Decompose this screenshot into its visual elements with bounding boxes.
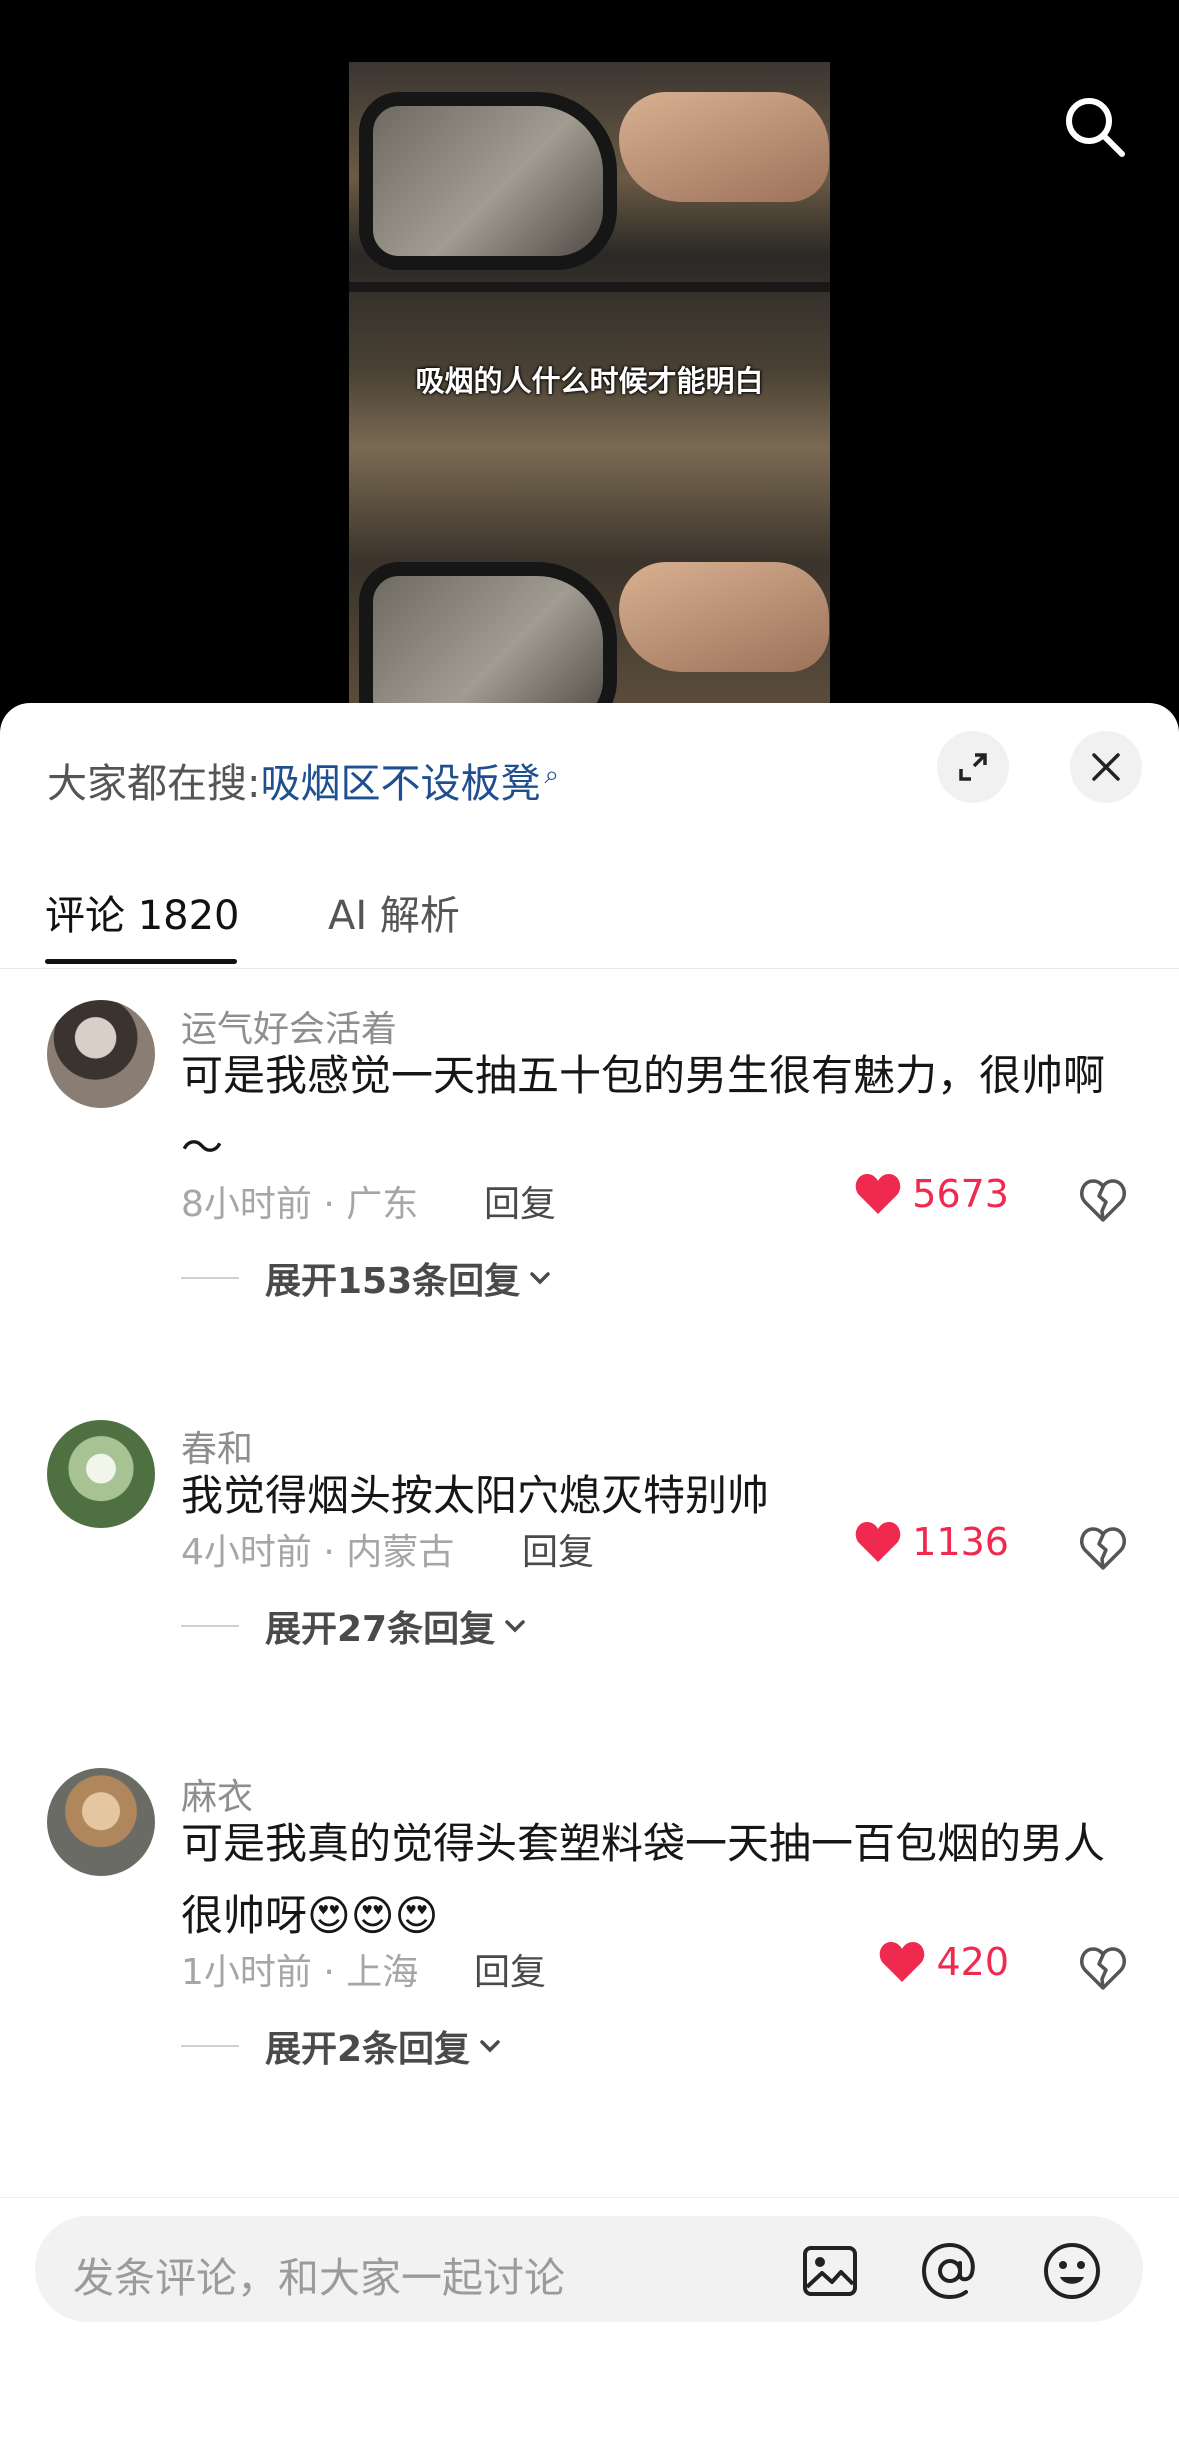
expand-replies-label: 展开2条回复 xyxy=(265,2029,471,2070)
expand-icon xyxy=(959,753,987,781)
chevron-down-icon xyxy=(505,1620,525,1633)
tab-ai-analysis[interactable]: AI 解析 xyxy=(328,883,460,941)
divider xyxy=(181,2045,239,2047)
trending-search: 大家都在搜:吸烟区不设板凳 ⌕ xyxy=(47,751,559,809)
tab-underline xyxy=(45,959,237,964)
tab-comments[interactable]: 评论 1820 xyxy=(45,883,240,941)
hand-shape xyxy=(619,92,829,202)
divider xyxy=(181,1625,239,1627)
like-button[interactable]: 420 xyxy=(878,1940,1009,1984)
avatar[interactable] xyxy=(47,1000,155,1108)
comment-input[interactable]: 发条评论，和大家一起讨论 xyxy=(35,2216,1143,2322)
comment-time-location: 1小时前 · 上海 xyxy=(181,1952,419,1993)
avatar[interactable] xyxy=(47,1768,155,1876)
broken-heart-icon xyxy=(1080,1527,1126,1570)
close-icon xyxy=(1092,753,1120,781)
comment-sheet: 大家都在搜:吸烟区不设板凳 ⌕ 评论 1820 AI 解析 运气好会活着 可是我感… xyxy=(0,703,1179,2441)
chevron-down-icon xyxy=(530,1272,550,1285)
reply-button[interactable]: 回复 xyxy=(474,1943,546,1995)
expand-button[interactable] xyxy=(937,731,1009,803)
search-small-icon: ⌕ xyxy=(544,759,560,790)
heart-filled-icon xyxy=(856,1522,901,1562)
heart-filled-icon xyxy=(856,1174,901,1214)
emoji-button[interactable] xyxy=(1042,2241,1102,2301)
expand-replies-button[interactable]: 展开27条回复 xyxy=(181,1600,529,1652)
divider xyxy=(349,282,830,292)
image-icon xyxy=(803,2246,857,2296)
chevron-down-icon xyxy=(480,2040,500,2053)
like-count: 1136 xyxy=(912,1520,1009,1564)
comment-input-bar: 发条评论，和大家一起讨论 xyxy=(0,2197,1179,2442)
trending-prefix: 大家都在搜: xyxy=(47,761,261,807)
broken-heart-icon xyxy=(1080,1179,1126,1222)
avatar[interactable] xyxy=(47,1420,155,1528)
like-button[interactable]: 1136 xyxy=(854,1520,1009,1564)
video-caption: 吸烟的人什么时候才能明白 xyxy=(415,364,764,398)
expand-replies-label: 展开27条回复 xyxy=(265,1609,496,1650)
comment-text: 可是我真的觉得头套塑料袋一天抽一百包烟的男人很帅呀😍😍😍 xyxy=(181,1819,1106,1940)
like-button[interactable]: 5673 xyxy=(854,1172,1009,1216)
reply-button[interactable]: 回复 xyxy=(484,1175,556,1227)
like-count: 420 xyxy=(936,1940,1009,1984)
search-icon xyxy=(1066,98,1125,157)
reply-button[interactable]: 回复 xyxy=(522,1523,594,1575)
at-sign-icon xyxy=(921,2242,975,2300)
hand-shape xyxy=(619,562,829,672)
image-button[interactable] xyxy=(800,2241,860,2301)
heart-filled-icon xyxy=(880,1942,925,1982)
expand-replies-button[interactable]: 展开2条回复 xyxy=(181,2020,504,2072)
close-button[interactable] xyxy=(1070,731,1142,803)
mention-button[interactable] xyxy=(920,2241,980,2301)
dislike-button[interactable] xyxy=(1078,1175,1128,1225)
dislike-button[interactable] xyxy=(1078,1523,1128,1573)
comment-input-placeholder[interactable]: 发条评论，和大家一起讨论 xyxy=(73,2244,565,2304)
video-frame[interactable]: 吸烟的人什么时候才能明白 xyxy=(349,62,830,705)
comment-text: 可是我感觉一天抽五十包的男生很有魅力，很帅啊～ xyxy=(181,1051,1106,1172)
comment-time-location: 4小时前 · 内蒙古 xyxy=(181,1532,455,1573)
dislike-button[interactable] xyxy=(1078,1943,1128,1993)
divider xyxy=(181,1277,239,1279)
search-button[interactable] xyxy=(1060,92,1130,162)
emoji-icon xyxy=(1044,2243,1100,2299)
video-player[interactable]: 吸烟的人什么时候才能明白 xyxy=(0,0,1179,705)
mirror-shape xyxy=(359,92,617,270)
broken-heart-icon xyxy=(1080,1947,1126,1990)
trending-query-link[interactable]: 吸烟区不设板凳 xyxy=(260,761,540,807)
comment-time-location: 8小时前 · 广东 xyxy=(181,1184,419,1225)
mirror-shape xyxy=(359,562,617,705)
expand-replies-button[interactable]: 展开153条回复 xyxy=(181,1252,554,1304)
expand-replies-label: 展开153条回复 xyxy=(265,1261,521,1302)
like-count: 5673 xyxy=(912,1172,1009,1216)
comment-tabs: 评论 1820 AI 解析 xyxy=(0,863,1179,969)
